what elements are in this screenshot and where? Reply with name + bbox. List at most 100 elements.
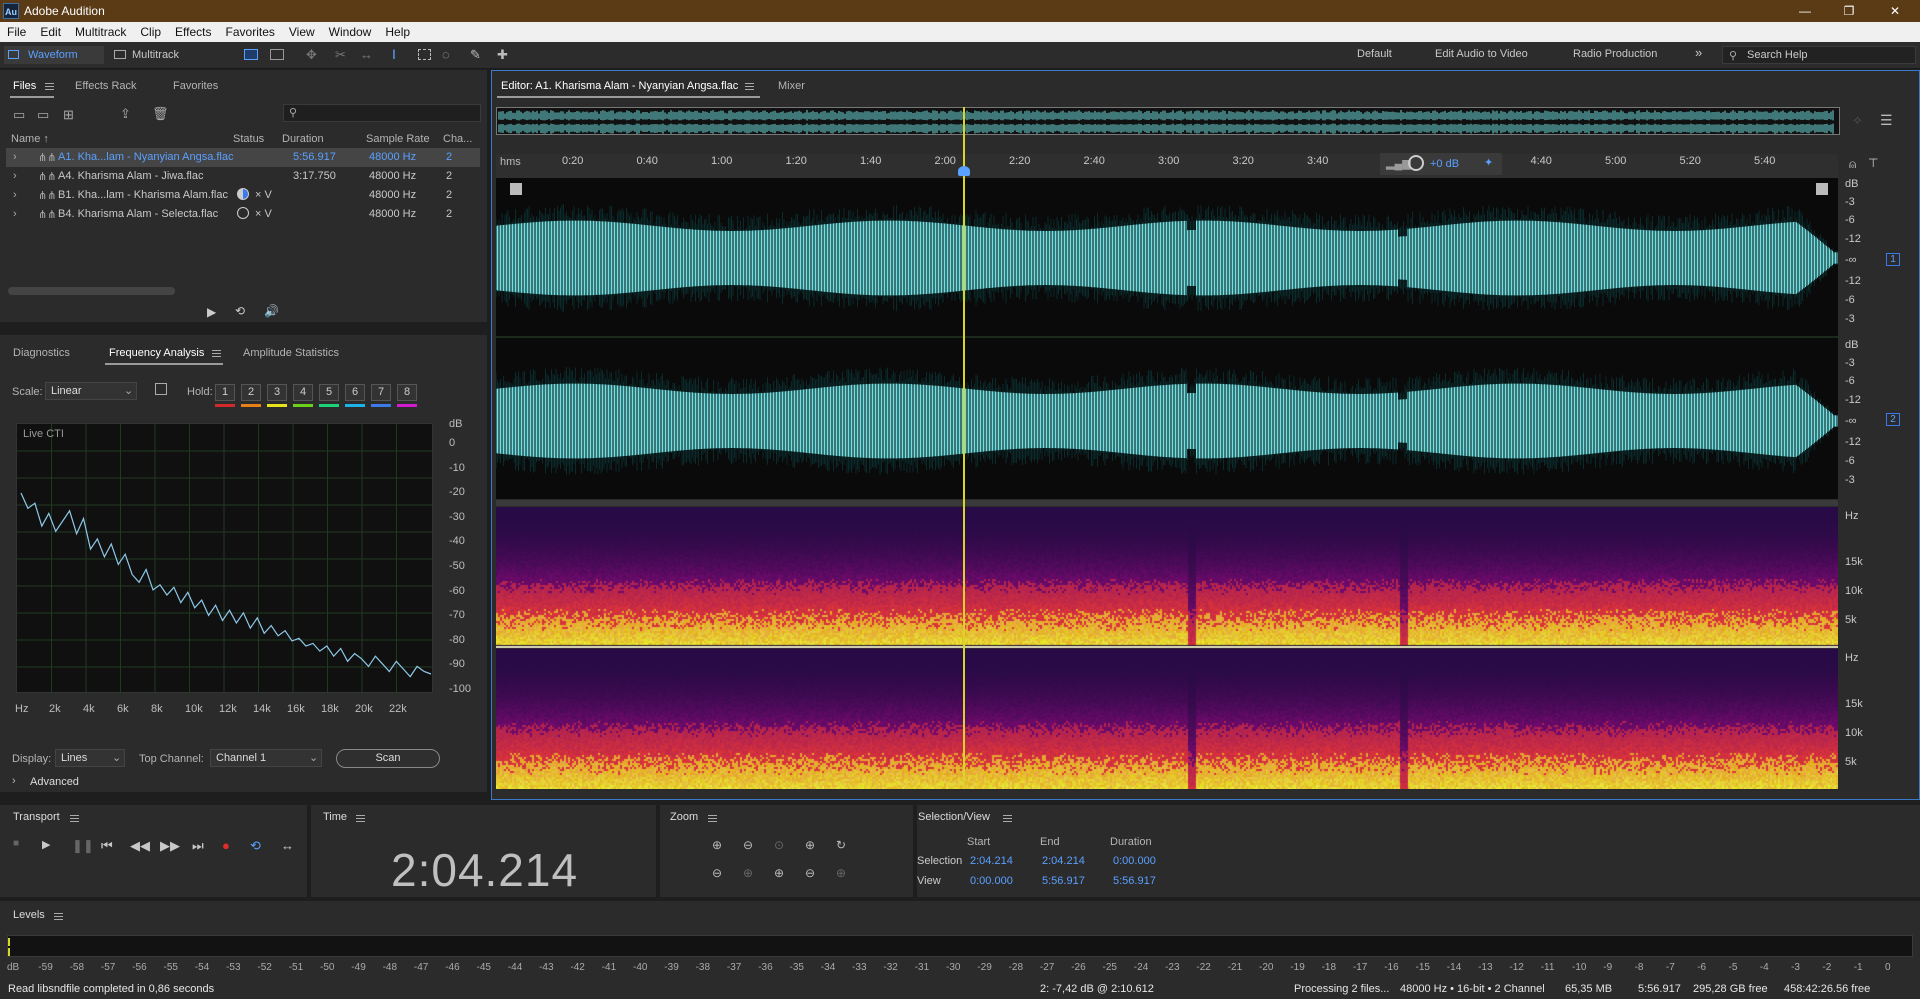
chevron-right-icon[interactable]: ›: [12, 775, 16, 787]
menu-help[interactable]: Help: [378, 22, 417, 39]
hold-button-3[interactable]: 3: [267, 384, 287, 401]
marquee-tool-icon[interactable]: [418, 49, 431, 60]
move-tool-icon[interactable]: ✥: [306, 47, 317, 63]
tab-mixer[interactable]: Mixer: [778, 80, 805, 92]
chevron-right-icon[interactable]: ›: [13, 151, 17, 163]
file-row[interactable]: › ⋔⋔ B1. Kha...lam - Kharisma Alam.flac …: [6, 186, 480, 205]
zoom-out-full-icon[interactable]: ⊖: [712, 866, 722, 880]
channel-1-toggle[interactable]: 1: [1886, 253, 1900, 266]
skip-selection-icon[interactable]: ↔: [281, 838, 294, 853]
menu-file[interactable]: File: [0, 22, 33, 39]
close-icon[interactable]: ✕: [1880, 2, 1910, 20]
file-row[interactable]: › ⋔⋔ A1. Kha...lam - Nyanyian Angsa.flac…: [6, 148, 480, 167]
display-settings-icon[interactable]: ☰: [1880, 112, 1893, 129]
pin-ruler-icon[interactable]: ⊤: [1868, 156, 1878, 170]
stop-icon[interactable]: ■: [13, 838, 19, 849]
record-icon[interactable]: ●: [222, 838, 230, 853]
lasso-tool-icon[interactable]: ◌: [442, 47, 450, 62]
tab-amplitude-statistics[interactable]: Amplitude Statistics: [243, 347, 339, 359]
scale-select[interactable]: Linear ⌄: [45, 382, 137, 400]
chevron-right-icon[interactable]: ›: [13, 170, 17, 182]
fade-in-handle-icon[interactable]: [510, 183, 522, 195]
waveform-display[interactable]: [496, 178, 1838, 499]
files-scrollbar[interactable]: [8, 287, 175, 295]
channel-2-toggle[interactable]: 2: [1886, 413, 1900, 426]
move-to-previous-icon[interactable]: ⏮: [101, 838, 113, 854]
loop-preview-icon[interactable]: ⟲: [235, 304, 245, 318]
col-name[interactable]: Name ↑: [11, 133, 49, 145]
open-file-icon[interactable]: ▭: [13, 107, 25, 123]
search-help-box[interactable]: ⚲ Search Help: [1722, 46, 1916, 64]
volume-knob-icon[interactable]: [1408, 155, 1424, 171]
brush-tool-icon[interactable]: ✎: [470, 47, 481, 63]
scan-button[interactable]: Scan: [336, 749, 440, 768]
col-sample-rate[interactable]: Sample Rate: [366, 133, 430, 145]
minimize-icon[interactable]: —: [1790, 2, 1820, 20]
chevron-right-icon[interactable]: ›: [13, 189, 17, 201]
zoom-in-left-icon[interactable]: ⊕: [774, 866, 784, 880]
fast-forward-icon[interactable]: ▶▶: [160, 838, 180, 854]
menu-clip[interactable]: Clip: [133, 22, 168, 39]
menu-window[interactable]: Window: [322, 22, 379, 39]
chevron-right-icon[interactable]: ›: [13, 208, 17, 220]
file-row[interactable]: › ⋔⋔ B4. Kharisma Alam - Selecta.flac × …: [6, 205, 480, 224]
panel-menu-icon[interactable]: [45, 83, 54, 90]
fade-out-handle-icon[interactable]: [1816, 183, 1828, 195]
tab-favorites[interactable]: Favorites: [173, 80, 218, 92]
rewind-icon[interactable]: ◀◀: [130, 838, 150, 854]
headphones-icon[interactable]: ⍝: [1849, 157, 1856, 172]
zoom-to-selection-icon[interactable]: ⊙: [774, 838, 784, 852]
hold-button-6[interactable]: 6: [345, 384, 365, 401]
hold-button-8[interactable]: 8: [397, 384, 417, 401]
spectral-display[interactable]: [496, 507, 1838, 789]
spectral-divider[interactable]: [496, 500, 1838, 506]
advanced-toggle[interactable]: Advanced: [30, 776, 79, 788]
workspace-radio-production[interactable]: Radio Production: [1573, 48, 1657, 60]
workspace-edit-audio-video[interactable]: Edit Audio to Video: [1435, 48, 1528, 60]
show-waveform-icon[interactable]: [244, 49, 258, 60]
overview-navigator[interactable]: [496, 107, 1840, 135]
tab-files[interactable]: Files: [13, 80, 36, 92]
col-duration[interactable]: Duration: [282, 133, 324, 145]
hold-button-1[interactable]: 1: [215, 384, 235, 401]
panel-menu-icon[interactable]: [1003, 815, 1012, 822]
menu-effects[interactable]: Effects: [168, 22, 218, 39]
spot-healing-tool-icon[interactable]: ✚: [497, 47, 508, 63]
panel-menu-icon[interactable]: [212, 350, 221, 357]
show-spectral-icon[interactable]: [270, 49, 284, 60]
top-channel-select[interactable]: Channel 1 ⌄: [210, 749, 322, 767]
workspace-default[interactable]: Default: [1357, 48, 1392, 60]
current-time-display[interactable]: 2:04.214: [391, 843, 578, 897]
view-duration-value[interactable]: 5:56.917: [1113, 875, 1156, 887]
view-start-value[interactable]: 0:00.000: [970, 875, 1013, 887]
new-file-icon[interactable]: ⊞: [63, 107, 74, 123]
copy-graph-icon[interactable]: [155, 383, 167, 395]
zoom-in-right-icon[interactable]: ⊕: [836, 866, 846, 880]
hold-button-4[interactable]: 4: [293, 384, 313, 401]
pause-icon[interactable]: ❚❚: [72, 838, 94, 854]
hold-button-2[interactable]: 2: [241, 384, 261, 401]
panel-menu-icon[interactable]: [745, 83, 754, 90]
more-workspaces-icon[interactable]: »: [1695, 45, 1702, 60]
time-selection-tool-icon[interactable]: I: [392, 46, 396, 62]
selection-start-value[interactable]: 2:04.214: [970, 855, 1013, 867]
zoom-selection-icon[interactable]: ✧: [1852, 113, 1863, 129]
zoom-in-time-icon[interactable]: ⊕: [805, 838, 815, 852]
razor-tool-icon[interactable]: ✂: [335, 47, 346, 63]
waveform-button[interactable]: Waveform: [4, 46, 104, 64]
menu-edit[interactable]: Edit: [33, 22, 68, 39]
pin-icon[interactable]: ✦: [1484, 156, 1493, 169]
file-row[interactable]: › ⋔⋔ A4. Kharisma Alam - Jiwa.flac 3:17.…: [6, 167, 480, 186]
zoom-in-amplitude-icon[interactable]: ⊕: [712, 838, 722, 852]
menu-multitrack[interactable]: Multitrack: [68, 22, 133, 39]
col-status[interactable]: Status: [233, 133, 264, 145]
panel-menu-icon[interactable]: [708, 815, 717, 822]
tab-effects-rack[interactable]: Effects Rack: [75, 80, 137, 92]
panel-menu-icon[interactable]: [54, 913, 63, 920]
insert-into-multitrack-icon[interactable]: ⇪: [120, 106, 131, 122]
auto-play-icon[interactable]: 🔊: [264, 304, 279, 318]
selection-end-value[interactable]: 2:04.214: [1042, 855, 1085, 867]
delete-file-icon[interactable]: 🗑: [152, 106, 169, 122]
col-channels[interactable]: Cha...: [443, 133, 472, 145]
menu-favorites[interactable]: Favorites: [219, 22, 282, 39]
